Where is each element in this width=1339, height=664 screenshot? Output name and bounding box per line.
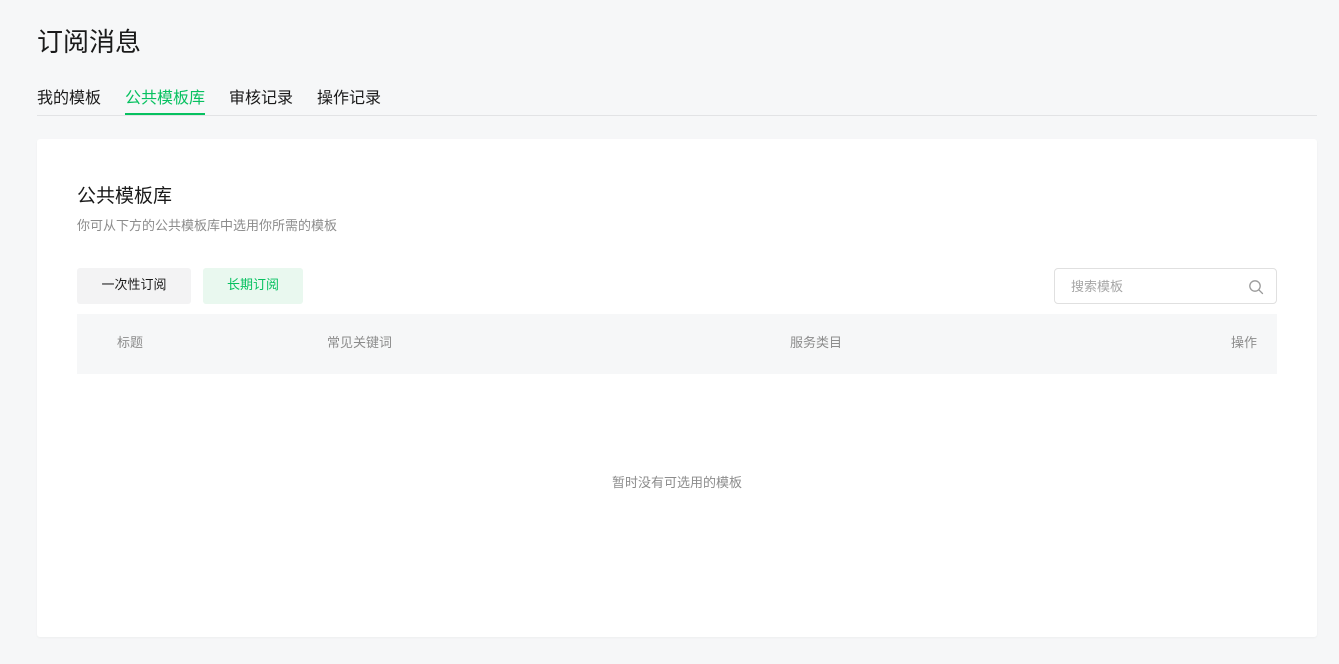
card-description: 你可从下方的公共模板库中选用你所需的模板 xyxy=(77,219,338,234)
page-title: 订阅消息 xyxy=(37,28,142,58)
search-box xyxy=(1054,268,1277,305)
one-time-subscription-button[interactable]: 一次性订阅 xyxy=(77,268,191,304)
column-category: 服务类目 xyxy=(790,336,843,351)
search-icon[interactable] xyxy=(1248,279,1264,295)
card-title: 公共模板库 xyxy=(77,185,173,207)
long-term-subscription-button[interactable]: 长期订阅 xyxy=(203,268,303,304)
tab-public-library[interactable]: 公共模板库 xyxy=(125,84,206,115)
empty-state-text: 暂时没有可选用的模板 xyxy=(611,476,742,491)
column-action: 操作 xyxy=(1230,336,1257,351)
table-header: 标题 常见关键词 服务类目 操作 xyxy=(77,314,1277,374)
tab-operation-records[interactable]: 操作记录 xyxy=(317,84,381,114)
tab-review-records[interactable]: 审核记录 xyxy=(229,84,293,114)
column-title: 标题 xyxy=(117,336,144,351)
tab-bar: 我的模板 公共模板库 审核记录 操作记录 xyxy=(37,84,1317,116)
library-card: 公共模板库 你可从下方的公共模板库中选用你所需的模板 一次性订阅 长期订阅 标题… xyxy=(37,139,1317,637)
search-input[interactable] xyxy=(1069,269,1243,305)
tab-my-templates[interactable]: 我的模板 xyxy=(37,84,101,114)
column-keywords: 常见关键词 xyxy=(327,336,393,351)
